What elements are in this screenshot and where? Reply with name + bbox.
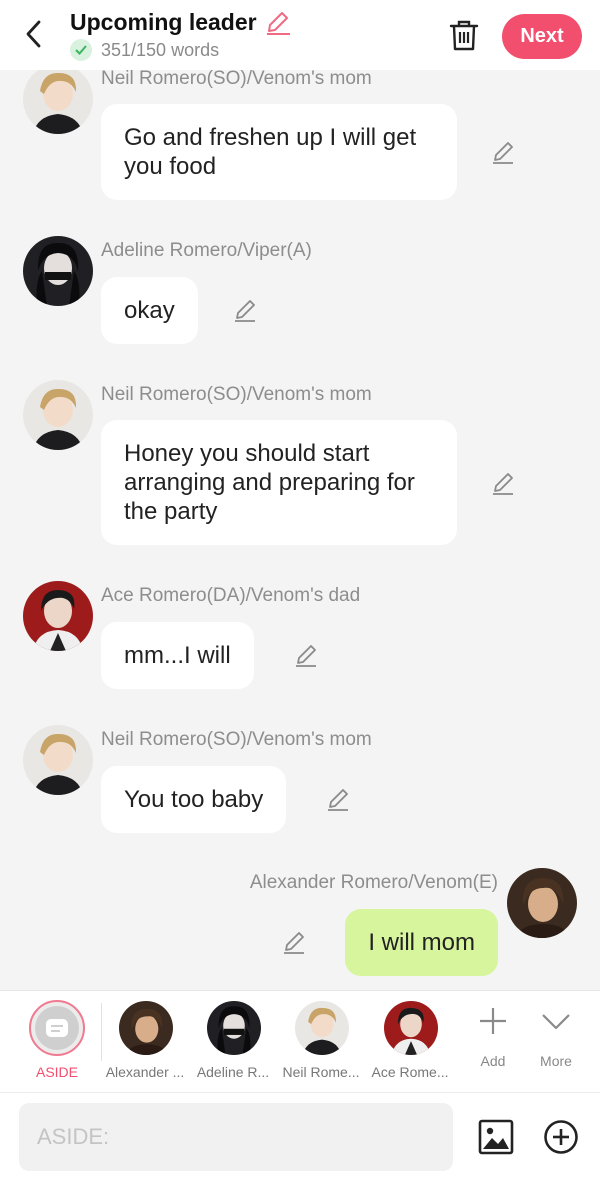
pencil-icon <box>283 932 305 954</box>
next-button[interactable]: Next <box>502 14 582 59</box>
pencil-icon <box>295 645 317 667</box>
message-bubble[interactable]: I will mom <box>345 909 498 976</box>
more-button[interactable]: More <box>528 991 584 1093</box>
edit-title-button[interactable] <box>265 10 291 36</box>
avatar[interactable] <box>23 64 93 134</box>
pencil-icon <box>492 473 514 495</box>
more-label: More <box>540 1053 572 1069</box>
character-aside[interactable]: ASIDE <box>0 991 114 1093</box>
chevron-down-icon <box>542 1014 570 1030</box>
avatar[interactable] <box>507 868 577 938</box>
character-neil[interactable]: Neil Rome... <box>277 991 365 1093</box>
edit-message-button[interactable] <box>232 297 258 323</box>
message-bubble[interactable]: mm...I will <box>101 622 254 689</box>
message-bubble[interactable]: You too baby <box>101 766 287 833</box>
message-bubble[interactable]: Go and freshen up I will get you food <box>101 104 457 200</box>
pencil-icon <box>492 142 514 164</box>
add-label: Add <box>480 1053 506 1069</box>
avatar <box>384 1001 438 1055</box>
character-label: Alexander ... <box>105 1064 185 1080</box>
avatar[interactable] <box>23 725 93 795</box>
pencil-icon <box>234 300 256 322</box>
top-bar: Upcoming leader 351/150 words Next <box>0 0 600 70</box>
avatar <box>119 1001 173 1055</box>
character-label: Adeline R... <box>196 1064 270 1080</box>
plus-circle-icon <box>544 1120 578 1154</box>
title-block: Upcoming leader 351/150 words <box>70 9 291 62</box>
trash-icon <box>449 20 479 51</box>
speaker-name: Neil Romero(SO)/Venom's mom <box>101 384 372 405</box>
word-count-row: 351/150 words <box>70 38 291 62</box>
character-label: ASIDE <box>35 1064 78 1080</box>
speaker-name: Neil Romero(SO)/Venom's mom <box>101 729 372 750</box>
edit-message-button[interactable] <box>325 786 351 812</box>
avatar <box>207 1001 261 1055</box>
avatar[interactable] <box>23 581 93 651</box>
compose-bar <box>0 1092 600 1181</box>
page-title: Upcoming leader <box>70 9 257 35</box>
check-icon <box>70 39 92 61</box>
more-options-button[interactable] <box>543 1119 579 1155</box>
plus-icon <box>480 1008 506 1034</box>
speaker-name: Alexander Romero/Venom(E) <box>249 872 498 893</box>
message-bubble[interactable]: okay <box>101 277 198 344</box>
avatar[interactable] <box>23 236 93 306</box>
edit-message-button[interactable] <box>490 139 516 165</box>
pencil-icon <box>327 789 349 811</box>
edit-message-button[interactable] <box>281 929 307 955</box>
avatar[interactable] <box>23 380 93 450</box>
edit-message-button[interactable] <box>490 470 516 496</box>
back-button[interactable] <box>20 18 48 50</box>
aside-icon <box>46 1019 68 1037</box>
insert-image-button[interactable] <box>478 1119 514 1155</box>
character-alexander[interactable]: Alexander ... <box>101 991 189 1093</box>
pencil-icon <box>267 11 291 35</box>
character-ace[interactable]: Ace Rome... <box>366 991 454 1093</box>
speaker-name: Ace Romero(DA)/Venom's dad <box>101 585 361 606</box>
message-bubble[interactable]: Honey you should start arranging and pre… <box>101 420 457 545</box>
back-arrow-icon <box>26 20 41 48</box>
character-label: Ace Rome... <box>371 1064 449 1080</box>
character-label: Neil Rome... <box>282 1064 360 1080</box>
avatar <box>295 1001 349 1055</box>
character-adeline[interactable]: Adeline R... <box>189 991 277 1093</box>
delete-button[interactable] <box>448 18 480 52</box>
message-input[interactable] <box>19 1103 453 1171</box>
word-count: 351/150 words <box>101 39 220 60</box>
edit-message-button[interactable] <box>293 642 319 668</box>
aside-avatar <box>29 1000 85 1056</box>
speaker-name: Neil Romero(SO)/Venom's mom <box>101 68 372 89</box>
speaker-name: Adeline Romero/Viper(A) <box>101 240 312 261</box>
add-character-button[interactable]: Add <box>465 991 521 1093</box>
character-selector: ASIDE Alexander ... Adeline R... Neil Ro… <box>0 990 600 1092</box>
image-icon <box>478 1119 514 1155</box>
